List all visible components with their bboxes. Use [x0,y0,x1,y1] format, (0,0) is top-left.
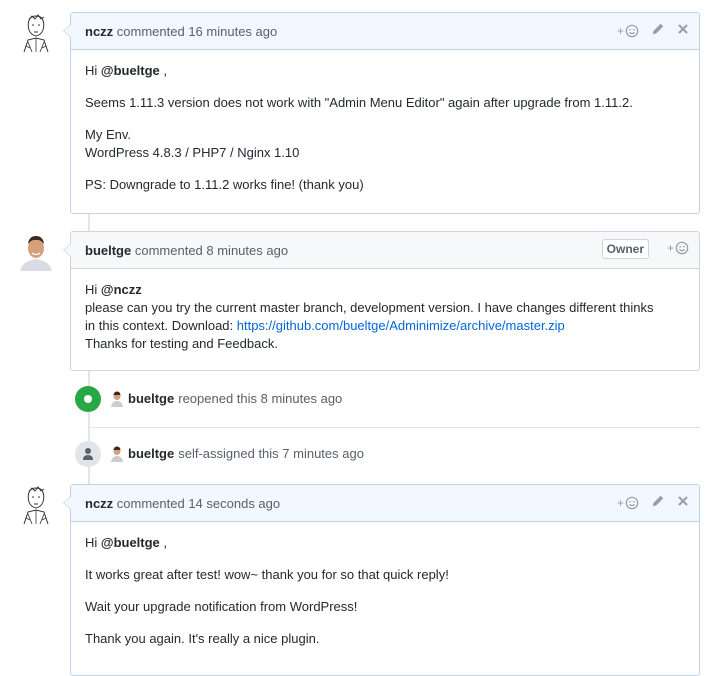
comment-author-line: nczz commented 14 seconds ago [85,495,280,512]
comment-body: Hi @bueltge , It works great after test!… [71,522,699,658]
avatar-nczz[interactable] [16,484,56,524]
download-link[interactable]: https://github.com/bueltge/Adminimize/ar… [237,318,565,333]
comment-author-line: bueltge commented 8 minutes ago [85,242,288,259]
comment-timestamp[interactable]: commented 16 minutes ago [117,24,277,39]
comment-header: nczz commented 16 minutes ago + [71,13,699,50]
add-reaction-button[interactable]: + [667,241,689,255]
timeline-divider [88,427,700,428]
delete-comment-button[interactable] [677,23,689,38]
smiley-icon [675,241,689,255]
comment-body: Hi @bueltge , Seems 1.11.3 version does … [71,50,699,204]
comment-paragraph: PS: Downgrade to 1.11.2 works fine! (tha… [85,177,364,192]
comment-paragraph: Hi @bueltge , [85,63,168,78]
event-text: reopened this 8 minutes ago [178,391,343,406]
comment-paragraph: Wait your upgrade notification from Word… [85,599,358,614]
comment-timestamp[interactable]: commented 14 seconds ago [117,496,280,511]
mini-avatar[interactable] [110,446,124,462]
timeline-event-assigned: bueltge self-assigned this 7 minutes ago [110,445,364,463]
close-icon [678,496,688,506]
comment-author[interactable]: bueltge [85,243,131,258]
comment-paragraph: Hi @bueltge , [85,535,168,550]
smiley-icon [625,496,639,509]
edit-comment-button[interactable] [651,22,665,39]
comment-body: Hi @nczz please can you try the current … [71,269,699,363]
comment-caret [63,496,71,510]
pencil-icon [652,495,664,507]
comment-paragraph: Thank you again. It's really a nice plug… [85,631,320,646]
timeline-event-reopened: bueltge reopened this 8 minutes ago [110,390,342,408]
event-text: self-assigned this 7 minutes ago [178,446,364,461]
add-reaction-button[interactable]: + [617,496,639,510]
avatar-bueltge[interactable] [16,231,56,271]
person-icon [75,441,101,467]
comment-actions: + [617,22,689,39]
comment-card: bueltge commented 8 minutes ago Owner + … [63,231,700,371]
comment-card: nczz commented 14 seconds ago + Hi @buel… [63,484,700,676]
comment-paragraph: My Env. WordPress 4.8.3 / PHP7 / Nginx 1.… [85,127,300,160]
comment-author[interactable]: nczz [85,24,113,39]
user-mention[interactable]: @nczz [101,282,142,297]
event-actor[interactable]: bueltge [128,390,174,408]
comment-caret [63,24,71,38]
comment-actions: + [667,241,689,255]
comment-caret [63,243,71,257]
edit-comment-button[interactable] [651,494,665,511]
comment-card: nczz commented 16 minutes ago + Hi @buel… [63,12,700,214]
user-mention[interactable]: @bueltge [101,63,160,78]
comment-author-line: nczz commented 16 minutes ago [85,23,277,40]
comment-paragraph: Seems 1.11.3 version does not work with … [85,95,633,110]
open-dot-icon [75,386,101,412]
comment-timestamp[interactable]: commented 8 minutes ago [135,243,288,258]
delete-comment-button[interactable] [677,495,689,510]
mini-avatar[interactable] [110,391,124,407]
event-actor[interactable]: bueltge [128,445,174,463]
comment-actions: + [617,494,689,511]
comment-paragraph: Hi @nczz please can you try the current … [85,282,654,351]
comment-paragraph: It works great after test! wow~ thank yo… [85,567,449,582]
comment-header: nczz commented 14 seconds ago + [71,485,699,522]
smiley-icon [625,24,639,37]
avatar-nczz[interactable] [16,12,56,52]
comment-author[interactable]: nczz [85,496,113,511]
comment-header: bueltge commented 8 minutes ago Owner + [71,232,699,269]
close-icon [678,24,688,34]
user-mention[interactable]: @bueltge [101,535,160,550]
pencil-icon [652,23,664,35]
add-reaction-button[interactable]: + [617,24,639,38]
owner-badge: Owner [601,239,649,259]
